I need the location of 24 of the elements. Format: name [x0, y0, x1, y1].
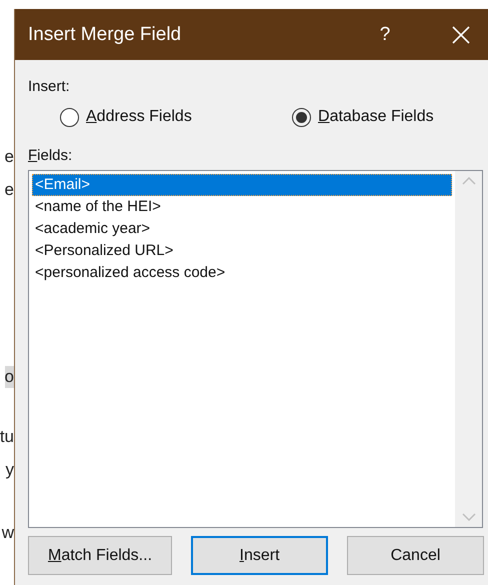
fields-list[interactable]: <Email> <name of the HEI> <academic year> <Personalized URL> <personalized access code> [28, 170, 483, 528]
radio-button[interactable] [60, 108, 79, 126]
dialog-button[interactable]: Match Fields... [28, 536, 172, 575]
radio-label[interactable]: Address Fields [86, 108, 192, 126]
window-title: Insert Merge Field [27, 24, 182, 46]
help-button[interactable]: ? [375, 24, 395, 46]
dialog-button[interactable]: Insert [191, 536, 328, 575]
document-text: e [4, 179, 14, 201]
dialog-button[interactable]: Cancel [347, 536, 484, 575]
list-item[interactable]: <Personalized URL> [32, 240, 452, 262]
list-item[interactable]: <Email> [32, 174, 452, 196]
list-item[interactable]: <academic year> [32, 218, 452, 240]
document-text: y [6, 459, 14, 481]
close-icon[interactable] [451, 24, 471, 44]
radio-label[interactable]: Database Fields [318, 108, 434, 126]
list-item[interactable]: <personalized access code> [32, 262, 452, 284]
document-text: tu [0, 426, 14, 448]
list-item[interactable]: <name of the HEI> [32, 196, 452, 218]
document-text: o [4, 366, 14, 388]
document-text: w [2, 522, 14, 544]
radio-button[interactable] [292, 108, 311, 126]
insert-label: Insert: [28, 78, 70, 95]
fields-label: Fields: [28, 147, 72, 164]
document-text: e [4, 146, 14, 168]
